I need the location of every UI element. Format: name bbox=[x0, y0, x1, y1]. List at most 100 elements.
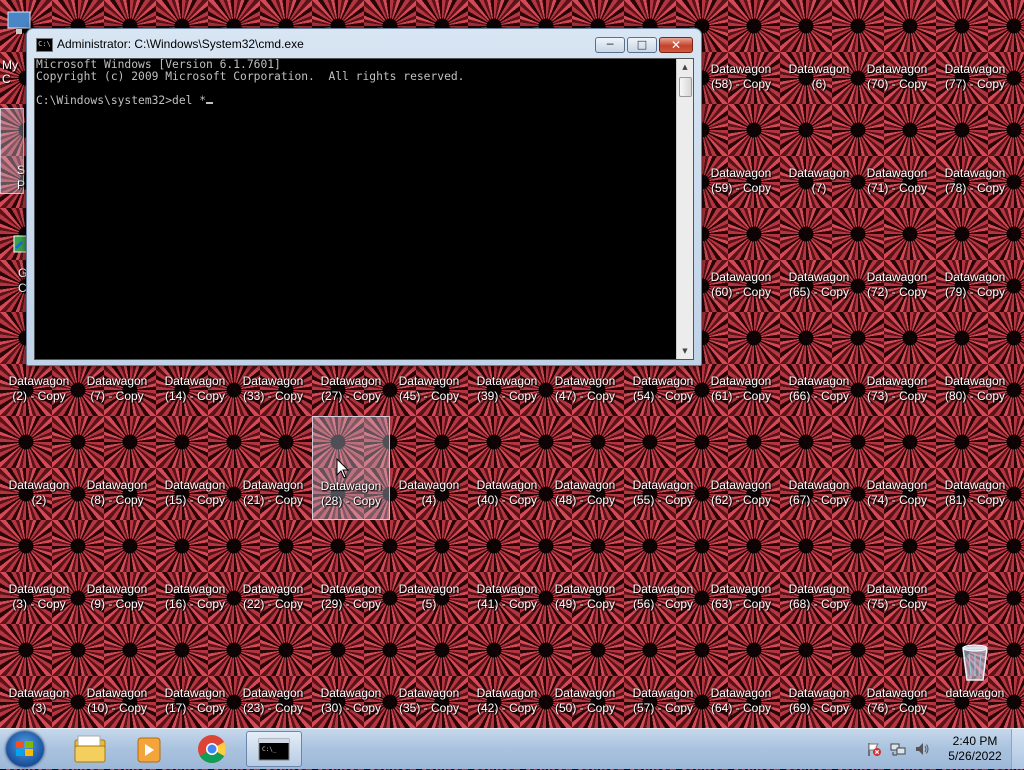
desktop-icon[interactable]: Datawagon (58) - Copy bbox=[702, 0, 780, 104]
icon-label-name: Datawagon bbox=[8, 686, 70, 700]
taskbar-chrome-button[interactable] bbox=[184, 731, 240, 767]
desktop-icon[interactable]: Datawagon (5) bbox=[390, 520, 468, 624]
desktop-icon[interactable]: Datawagon (7) bbox=[780, 104, 858, 208]
desktop-icon[interactable]: Datawagon (61) - Copy bbox=[702, 312, 780, 416]
desktop-icon[interactable]: Datawagon (80) - Copy bbox=[936, 312, 1014, 416]
desktop-icon-label: Datawagon (79) - Copy bbox=[936, 270, 1014, 300]
desktop-icon[interactable]: Datawagon (71) - Copy bbox=[858, 104, 936, 208]
start-button[interactable] bbox=[6, 731, 44, 767]
desktop-icon[interactable]: Datawagon (56) - Copy bbox=[624, 520, 702, 624]
desktop-icon[interactable]: Datawagon (21) - Copy bbox=[234, 416, 312, 520]
desktop-icon[interactable]: Datawagon (59) - Copy bbox=[702, 104, 780, 208]
desktop-icon-label: Datawagon (59) - Copy bbox=[702, 166, 780, 196]
icon-label-name: Datawagon bbox=[710, 270, 772, 284]
desktop-icon[interactable]: Datawagon (62) - Copy bbox=[702, 416, 780, 520]
desktop-icon[interactable]: Datawagon (40) - Copy bbox=[468, 416, 546, 520]
taskbar-explorer-button[interactable] bbox=[62, 731, 118, 767]
recycle-bin-icon bbox=[962, 644, 988, 681]
desktop-icon[interactable]: Datawagon (3) - Copy bbox=[0, 520, 78, 624]
desktop-icon-label: Datawagon (30) - Copy bbox=[312, 686, 390, 716]
desktop-icon[interactable]: Datawagon (15) - Copy bbox=[156, 416, 234, 520]
clock[interactable]: 2:40 PM 5/26/2022 bbox=[944, 734, 1006, 764]
desktop-icon[interactable]: Datawagon (30) - Copy bbox=[312, 624, 390, 728]
desktop-icon[interactable]: Datawagon (63) - Copy bbox=[702, 520, 780, 624]
desktop-icon[interactable]: Datawagon (76) - Copy bbox=[858, 624, 936, 728]
desktop-icon[interactable]: Datawagon (70) - Copy bbox=[858, 0, 936, 104]
desktop-icon[interactable]: Datawagon (35) - Copy bbox=[390, 624, 468, 728]
desktop-icon[interactable]: Datawagon (66) - Copy bbox=[780, 312, 858, 416]
cmd-window[interactable]: C:\ Administrator: C:\Windows\System32\c… bbox=[26, 28, 702, 366]
recycle-bin-icon-item[interactable]: datawagon bbox=[936, 624, 1014, 728]
icon-label-suffix: (80) - Copy bbox=[944, 389, 1006, 403]
desktop-icon[interactable]: Datawagon (73) - Copy bbox=[858, 312, 936, 416]
desktop-icon[interactable]: Datawagon (55) - Copy bbox=[624, 416, 702, 520]
partial-icon-selected[interactable]: S P bbox=[0, 108, 25, 194]
console-prompt[interactable]: C:\Windows\system32>del * bbox=[36, 94, 206, 107]
partial-icon-computer[interactable]: My C bbox=[0, 4, 31, 86]
desktop-icon[interactable]: Datawagon (50) - Copy bbox=[546, 624, 624, 728]
desktop-icon-label: Datawagon (7) bbox=[780, 166, 858, 196]
close-icon: ✕ bbox=[670, 38, 682, 52]
desktop-icon[interactable]: Datawagon (6) bbox=[780, 0, 858, 104]
icon-label-name: Datawagon bbox=[86, 686, 148, 700]
desktop-icon[interactable]: Datawagon (10) - Copy bbox=[78, 624, 156, 728]
desktop-icon[interactable]: Datawagon (8) - Copy bbox=[78, 416, 156, 520]
desktop-icon[interactable]: Datawagon (79) - Copy bbox=[936, 208, 1014, 312]
desktop-icon[interactable]: Datawagon (60) - Copy bbox=[702, 208, 780, 312]
svg-text:C:\_: C:\_ bbox=[262, 746, 277, 753]
action-center-flag-icon[interactable] bbox=[866, 741, 882, 757]
title-bar[interactable]: C:\ Administrator: C:\Windows\System32\c… bbox=[27, 29, 701, 59]
desktop-icon[interactable]: Datawagon (78) - Copy bbox=[936, 104, 1014, 208]
desktop-icon[interactable]: Datawagon (68) - Copy bbox=[780, 520, 858, 624]
taskbar-cmd-button[interactable]: C:\_ bbox=[246, 731, 302, 767]
desktop-icon[interactable]: Datawagon (75) - Copy bbox=[858, 520, 936, 624]
desktop-icon[interactable]: Datawagon (16) - Copy bbox=[156, 520, 234, 624]
close-button[interactable]: ✕ bbox=[659, 37, 693, 53]
desktop-icon-label: Datawagon (16) - Copy bbox=[156, 582, 234, 612]
desktop-icon[interactable]: Datawagon (23) - Copy bbox=[234, 624, 312, 728]
desktop-icon[interactable]: Datawagon (41) - Copy bbox=[468, 520, 546, 624]
desktop-icon[interactable]: Datawagon (9) - Copy bbox=[78, 520, 156, 624]
desktop-icon[interactable]: Datawagon (4) bbox=[390, 416, 468, 520]
desktop-icon[interactable]: Datawagon (48) - Copy bbox=[546, 416, 624, 520]
desktop-icon[interactable]: Datawagon (57) - Copy bbox=[624, 624, 702, 728]
icon-label-suffix: (14) - Copy bbox=[164, 389, 226, 403]
icon-label-name: Datawagon bbox=[242, 686, 304, 700]
desktop-icon[interactable]: Datawagon (22) - Copy bbox=[234, 520, 312, 624]
icon-label-suffix: (42) - Copy bbox=[476, 701, 538, 715]
desktop-icon[interactable]: Datawagon (67) - Copy bbox=[780, 416, 858, 520]
desktop-icon[interactable]: Datawagon (49) - Copy bbox=[546, 520, 624, 624]
desktop-icon-label: Datawagon (33) - Copy bbox=[234, 374, 312, 404]
icon-label-suffix: (75) - Copy bbox=[866, 597, 928, 611]
desktop-icon[interactable]: Datawagon (17) - Copy bbox=[156, 624, 234, 728]
desktop-icon[interactable]: Datawagon (77) - Copy bbox=[936, 0, 1014, 104]
desktop-icon[interactable]: Datawagon (29) - Copy bbox=[312, 520, 390, 624]
minimize-button[interactable]: ─ bbox=[595, 37, 625, 53]
volume-icon[interactable] bbox=[914, 741, 930, 757]
desktop-icon[interactable]: Datawagon (74) - Copy bbox=[858, 416, 936, 520]
desktop-icon[interactable]: Datawagon (3) bbox=[0, 624, 78, 728]
show-desktop-button[interactable] bbox=[1011, 729, 1024, 769]
icon-label-suffix: (69) - Copy bbox=[788, 701, 850, 715]
desktop-icon[interactable]: Datawagon (28) - Copy bbox=[312, 416, 390, 520]
vertical-scrollbar[interactable]: ▲ ▼ bbox=[676, 59, 693, 359]
desktop-icon[interactable]: Datawagon (65) - Copy bbox=[780, 208, 858, 312]
scroll-up-icon[interactable]: ▲ bbox=[677, 59, 693, 75]
desktop-icon-label: Datawagon (48) - Copy bbox=[546, 478, 624, 508]
desktop-icon[interactable]: Datawagon (2) bbox=[0, 416, 78, 520]
desktop-icon[interactable]: Datawagon (72) - Copy bbox=[858, 208, 936, 312]
partial-icon-chrome[interactable]: G C bbox=[0, 228, 29, 298]
maximize-button[interactable]: □ bbox=[627, 37, 657, 53]
desktop-icon[interactable]: Datawagon (81) - Copy bbox=[936, 416, 1014, 520]
icon-label-name: Datawagon bbox=[320, 479, 382, 493]
desktop-icon[interactable]: Datawagon (42) - Copy bbox=[468, 624, 546, 728]
desktop-icon-label: Datawagon (63) - Copy bbox=[702, 582, 780, 612]
desktop-icon[interactable]: Datawagon (69) - Copy bbox=[780, 624, 858, 728]
icon-label-suffix: (16) - Copy bbox=[164, 597, 226, 611]
taskbar-media-player-button[interactable] bbox=[122, 731, 178, 767]
scroll-down-icon[interactable]: ▼ bbox=[677, 343, 693, 359]
console-area[interactable]: Microsoft Windows [Version 6.1.7601] Cop… bbox=[34, 58, 694, 360]
network-icon[interactable] bbox=[890, 741, 906, 757]
desktop-icon[interactable]: Datawagon (64) - Copy bbox=[702, 624, 780, 728]
scroll-thumb[interactable] bbox=[679, 77, 692, 97]
